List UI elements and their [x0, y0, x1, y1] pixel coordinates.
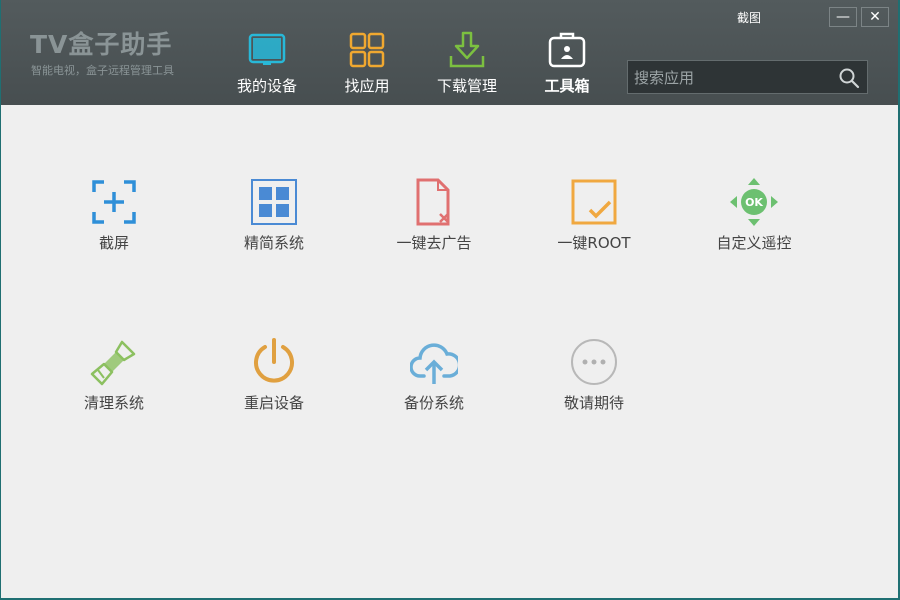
- toolbox-icon: [548, 32, 586, 68]
- slim-system-icon: [251, 179, 297, 225]
- app-logo-title: TV盒子助手: [30, 30, 173, 59]
- search-input[interactable]: [632, 65, 836, 91]
- tool-screenshot[interactable]: 截屏: [54, 178, 174, 268]
- tool-remove-ads[interactable]: 一键去广告: [374, 178, 494, 268]
- tab-toolbox-label: 工具箱: [544, 77, 590, 95]
- tool-root[interactable]: 一键ROOT: [534, 178, 654, 268]
- title-bar: TV盒子助手 智能电视，盒子远程管理工具 我的设备 找应用 下载管理 工具箱 截…: [1, 0, 898, 105]
- screenshot-link[interactable]: 截图: [737, 9, 761, 26]
- tool-label: 清理系统: [83, 394, 144, 412]
- tool-label: 备份系统: [403, 394, 464, 412]
- screenshot-icon: [92, 180, 136, 224]
- root-icon: [571, 179, 617, 225]
- tool-label: 一键ROOT: [557, 234, 631, 252]
- search-box: [627, 60, 868, 94]
- power-icon: [254, 338, 294, 383]
- remove-ads-icon: [416, 178, 450, 226]
- apps-grid-icon: [349, 32, 385, 68]
- svg-text:OK: OK: [745, 196, 763, 209]
- tool-custom-remote[interactable]: OK 自定义遥控: [694, 178, 814, 268]
- tab-my-devices-label: 我的设备: [236, 77, 297, 95]
- tv-icon: [248, 33, 286, 65]
- tab-toolbox[interactable]: 工具箱: [522, 26, 612, 100]
- minimize-button[interactable]: —: [829, 7, 857, 27]
- tool-label: 截屏: [98, 234, 129, 252]
- tab-find-apps-label: 找应用: [344, 77, 390, 95]
- tool-backup-system[interactable]: 备份系统: [374, 338, 494, 428]
- close-button[interactable]: ✕: [861, 7, 889, 27]
- tab-find-apps[interactable]: 找应用: [322, 26, 412, 100]
- tool-label: 精简系统: [243, 234, 304, 252]
- tool-reboot-device[interactable]: 重启设备: [214, 338, 334, 428]
- tool-label: 敬请期待: [563, 394, 624, 412]
- search-icon[interactable]: [838, 67, 860, 89]
- more-icon: [571, 339, 617, 385]
- app-window: TV盒子助手 智能电视，盒子远程管理工具 我的设备 找应用 下载管理 工具箱 截…: [1, 0, 898, 598]
- tool-clean-system[interactable]: 清理系统: [54, 338, 174, 428]
- tab-download-manager[interactable]: 下载管理: [422, 26, 512, 100]
- tool-coming-soon[interactable]: 敬请期待: [534, 338, 654, 428]
- tab-download-manager-label: 下载管理: [436, 77, 497, 95]
- tab-my-devices[interactable]: 我的设备: [222, 26, 312, 100]
- tool-label: 自定义遥控: [716, 234, 792, 252]
- clean-brush-icon: [90, 340, 136, 386]
- download-icon: [449, 31, 485, 68]
- tool-label: 一键去广告: [396, 234, 472, 252]
- cloud-upload-icon: [410, 343, 458, 384]
- remote-icon: OK: [730, 178, 778, 226]
- tool-slim-system[interactable]: 精简系统: [214, 178, 334, 268]
- tool-label: 重启设备: [243, 394, 304, 412]
- app-logo-subtitle: 智能电视，盒子远程管理工具: [31, 64, 174, 77]
